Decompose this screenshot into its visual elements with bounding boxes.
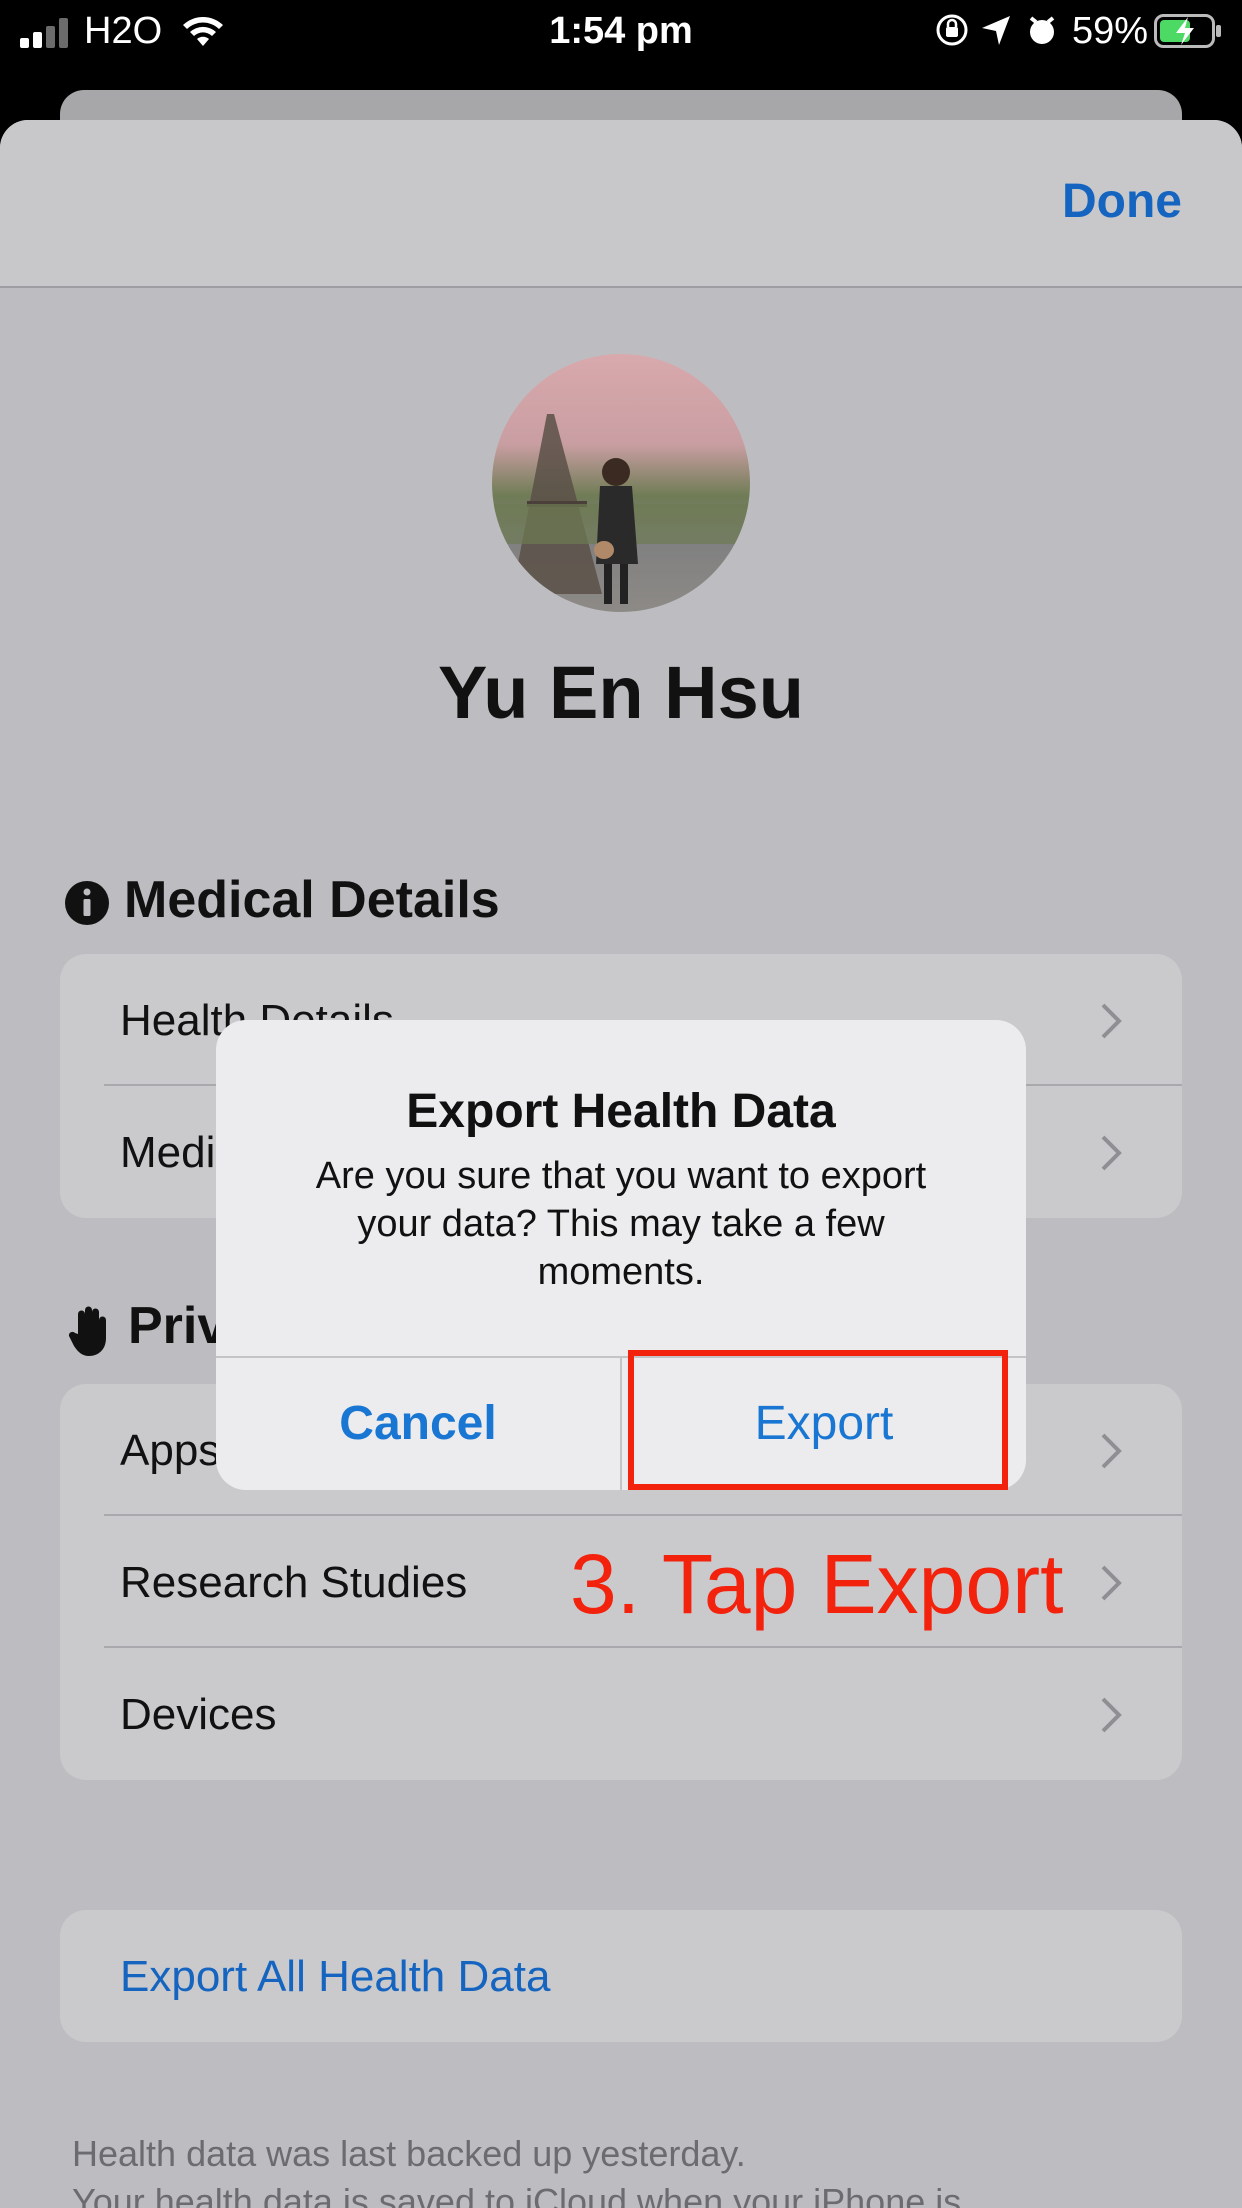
hand-icon [68, 1306, 106, 1356]
battery-percent: 59% [1072, 10, 1149, 52]
done-button[interactable]: Done [1062, 174, 1182, 229]
info-icon [65, 881, 109, 925]
export-all-health-data-button[interactable]: Export All Health Data [60, 1910, 1182, 2042]
chevron-right-icon [1101, 1433, 1122, 1469]
backup-footer-text: Health data was last backed up yesterday… [72, 2130, 961, 2208]
battery-charging-icon [1154, 14, 1221, 48]
export-all-group: Export All Health Data [60, 1910, 1182, 2042]
chevron-right-icon [1101, 1565, 1122, 1601]
user-name: Yu En Hsu [438, 651, 804, 734]
sheet-header: Done [0, 120, 1242, 288]
alert-title: Export Health Data [406, 1085, 836, 1138]
footer-line-2: Your health data is saved to iCloud when… [72, 2181, 962, 2208]
tap-export-annotation: 3. Tap Export [570, 1537, 1064, 1631]
row-label: Research Studies [120, 1558, 468, 1607]
row-label: Apps [120, 1426, 221, 1475]
profile-sheet: Done Yu En Hsu Medical Details Health De… [0, 120, 1242, 2208]
rotation-lock-icon [936, 14, 968, 46]
medical-details-title: Medical Details [124, 871, 500, 929]
location-icon [982, 16, 1010, 45]
alert-message: Are you sure that you want to export you… [315, 1155, 927, 1293]
status-bar: H2O 1:54 pm 59% [0, 0, 1242, 62]
row-label: Devices [120, 1690, 277, 1739]
chevron-right-icon [1101, 1003, 1122, 1039]
cancel-button[interactable]: Cancel [216, 1358, 620, 1490]
footer-line-1: Health data was last backed up yesterday… [72, 2133, 746, 2174]
avatar[interactable] [492, 354, 750, 612]
status-icons [936, 14, 1055, 46]
chevron-right-icon [1101, 1135, 1122, 1171]
export-all-label: Export All Health Data [120, 1952, 551, 2001]
export-highlight-box [628, 1350, 1008, 1490]
chevron-right-icon [1101, 1697, 1122, 1733]
privacy-row-devices[interactable]: Devices [60, 1648, 1182, 1780]
avatar-photo [492, 414, 750, 604]
alarm-icon [1029, 16, 1055, 44]
